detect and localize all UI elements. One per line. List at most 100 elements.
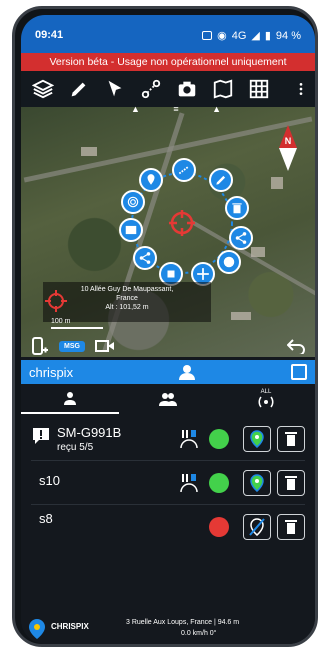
map-pin-icon (147, 174, 155, 185)
share-icon (235, 232, 247, 244)
notification-icon (202, 31, 213, 40)
map-scale-bar (51, 327, 103, 329)
device-list: SM-G991B reçu 5/5 s10 s8 (21, 417, 315, 549)
battery-label: 94 % (275, 29, 301, 42)
altitude-readout: Alt : 101,52 m (105, 304, 149, 311)
camera-button[interactable] (171, 75, 203, 103)
radial-route-button[interactable] (172, 158, 196, 182)
target-icon[interactable] (45, 290, 67, 312)
user-name: chrispix (29, 364, 74, 380)
cursor-icon (108, 80, 122, 97)
submenu-arrow-icon[interactable]: ▲ (131, 104, 140, 116)
move-arrows-icon (197, 268, 209, 280)
radial-palette-button[interactable] (217, 250, 241, 274)
person-icon (64, 392, 76, 405)
layers-button[interactable] (27, 75, 59, 103)
map-building (231, 312, 251, 320)
device-status-dot (209, 473, 229, 493)
list-item[interactable]: SM-G991B reçu 5/5 (31, 417, 305, 461)
radial-delete-button[interactable] (225, 196, 249, 220)
delete-device-button[interactable] (277, 470, 305, 496)
device-status-dot (209, 517, 229, 537)
brand-name: CHRISPIX (51, 622, 89, 631)
user-bar: chrispix (21, 360, 315, 384)
radial-draw-button[interactable] (209, 168, 233, 192)
tab-broadcast-all[interactable]: ALL (217, 384, 315, 414)
locate-device-button[interactable] (243, 470, 271, 496)
camera-icon (178, 81, 196, 97)
delete-device-button[interactable] (277, 514, 305, 540)
share-icon (139, 252, 151, 264)
location-icon (250, 430, 264, 448)
trash-icon (232, 203, 242, 214)
tool-icon (167, 270, 175, 278)
overflow-menu-button[interactable] (293, 75, 309, 103)
radial-menu (117, 158, 257, 288)
submenu-arrow-icon[interactable]: ▲ (212, 104, 221, 116)
list-item[interactable]: s8 (31, 505, 305, 549)
locate-device-button[interactable] (243, 426, 271, 452)
beta-banner: Version béta - Usage non opérationnel un… (21, 53, 315, 71)
route-button[interactable] (135, 75, 167, 103)
map-search-button[interactable] (207, 75, 239, 103)
fingerprint-icon (127, 196, 139, 208)
toolbar-submenu-indicators: ▲ ≡ ▲ (131, 104, 221, 116)
draw-button[interactable] (63, 75, 95, 103)
device-tabs: ALL (21, 384, 315, 414)
radial-fingerprint-button[interactable] (121, 190, 145, 214)
crosshair-icon[interactable] (169, 210, 195, 236)
phone-add-icon (32, 337, 48, 355)
message-alert-icon[interactable] (31, 427, 51, 445)
address-line2: France (116, 295, 138, 302)
battery-icon: ▮ (264, 30, 271, 42)
back-button[interactable] (287, 335, 305, 357)
current-address: 3 Ruelle Aux Loups, France | 94.6 m (126, 619, 240, 626)
messages-button[interactable]: MSG (59, 335, 85, 357)
trash-icon (285, 520, 297, 534)
route-icon (141, 79, 161, 99)
video-icon (94, 340, 114, 352)
grid-button[interactable] (243, 75, 275, 103)
position-info-box: 10 Allée Guy De Maupassant, France Alt :… (43, 282, 211, 322)
compass-icon[interactable]: N (279, 125, 297, 171)
tab-single-user[interactable] (21, 384, 119, 414)
map-search-icon (213, 79, 233, 99)
device-name: s8 (39, 511, 53, 526)
grid-icon (249, 79, 269, 99)
select-all-checkbox[interactable] (291, 364, 307, 380)
location-off-icon (249, 518, 265, 536)
undo-icon (287, 339, 305, 354)
tab-group[interactable] (119, 384, 217, 414)
add-device-button[interactable] (31, 335, 49, 357)
video-button[interactable] (94, 335, 115, 357)
msg-label: MSG (59, 340, 85, 352)
delete-device-button[interactable] (277, 426, 305, 452)
trash-icon (285, 476, 297, 490)
trash-icon (285, 432, 297, 446)
radial-marker-button[interactable] (139, 168, 163, 192)
list-item[interactable]: s10 (31, 461, 305, 505)
user-settings-icon[interactable] (177, 363, 201, 381)
device-status-dot (209, 429, 229, 449)
network-label: 4G (231, 29, 247, 42)
broadcast-icon (258, 396, 274, 408)
pencil-icon (216, 175, 226, 185)
radial-share-button[interactable] (229, 226, 253, 250)
location-icon (250, 474, 264, 492)
radial-photo-button[interactable] (119, 218, 143, 242)
app-screen: 09:41 ◉ 4G ◢ ▮ 94 % Version béta - Usage… (21, 15, 315, 644)
device-name: s10 (39, 473, 60, 488)
device-status: reçu 5/5 (57, 442, 94, 453)
broadcast-all-icon: ALL (257, 389, 275, 409)
menu-icon[interactable]: ≡ (173, 104, 178, 116)
speed-readout: 0.0 km/h 0° (181, 630, 217, 637)
pencil-icon (71, 82, 86, 97)
layers-icon (32, 79, 54, 99)
more-vertical-icon (299, 83, 303, 95)
device-name: SM-G991B (57, 425, 122, 440)
locate-device-button[interactable] (243, 514, 271, 540)
palette-icon (223, 256, 235, 268)
bottom-status-bar: CHRISPIX 3 Ruelle Aux Loups, France | 94… (21, 613, 315, 644)
select-button[interactable] (99, 75, 131, 103)
radial-share-alt-button[interactable] (133, 246, 157, 270)
